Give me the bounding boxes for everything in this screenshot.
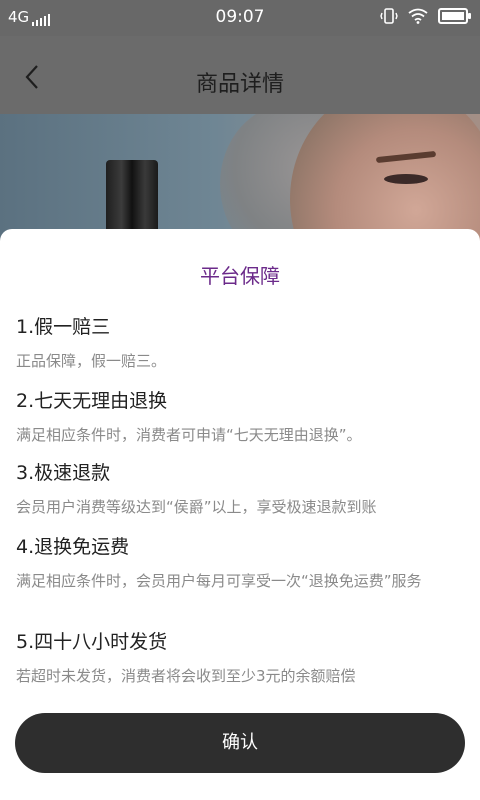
sheet-title: 平台保障 — [200, 264, 280, 288]
guarantee-item: 4.退换免运费 满足相应条件时，会员用户每月可享受一次“退换免运费”服务 — [16, 535, 466, 593]
guarantee-item-desc: 若超时未发货，消费者将会收到至少3元的余额赔偿 — [16, 667, 356, 685]
page-title: 商品详情 — [195, 72, 284, 97]
status-icons — [380, 8, 471, 24]
guarantee-item-desc: 满足相应条件时，消费者可申请“七天无理由退换”。 — [16, 426, 362, 444]
guarantee-item: 5.四十八小时发货 若超时未发货，消费者将会收到至少3元的余额赔偿 — [16, 630, 466, 688]
battery-icon — [438, 8, 471, 24]
guarantee-sheet: 平台保障 1.假一赔三 正品保障，假一赔三。 2.七天无理由退换 满足相应条件时… — [0, 229, 480, 800]
guarantee-item-desc: 会员用户消费等级达到“侯爵”以上，享受极速退款到账 — [16, 498, 377, 516]
guarantee-item: 3.极速退款 会员用户消费等级达到“侯爵”以上，享受极速退款到账 — [16, 461, 466, 519]
guarantee-item-title: 1.假一赔三 — [16, 316, 111, 338]
vibrate-icon — [380, 8, 398, 24]
guarantee-item-desc: 满足相应条件时，会员用户每月可享受一次“退换免运费”服务 — [16, 572, 422, 590]
nav-bar: 商品详情 — [0, 36, 480, 114]
guarantee-item: 2.七天无理由退换 满足相应条件时，消费者可申请“七天无理由退换”。 — [16, 389, 466, 447]
guarantee-item-title: 4.退换免运费 — [16, 536, 130, 558]
guarantee-item-desc: 正品保障，假一赔三。 — [16, 352, 167, 370]
guarantee-item: 1.假一赔三 正品保障，假一赔三。 — [16, 315, 466, 373]
guarantee-item-title: 3.极速退款 — [16, 462, 111, 484]
guarantee-item-title: 2.七天无理由退换 — [16, 390, 168, 412]
wifi-icon — [408, 8, 428, 24]
status-bar: 4G 09:07 — [0, 0, 480, 36]
confirm-button[interactable]: 确认 — [15, 713, 465, 773]
guarantee-item-title: 5.四十八小时发货 — [16, 631, 168, 653]
